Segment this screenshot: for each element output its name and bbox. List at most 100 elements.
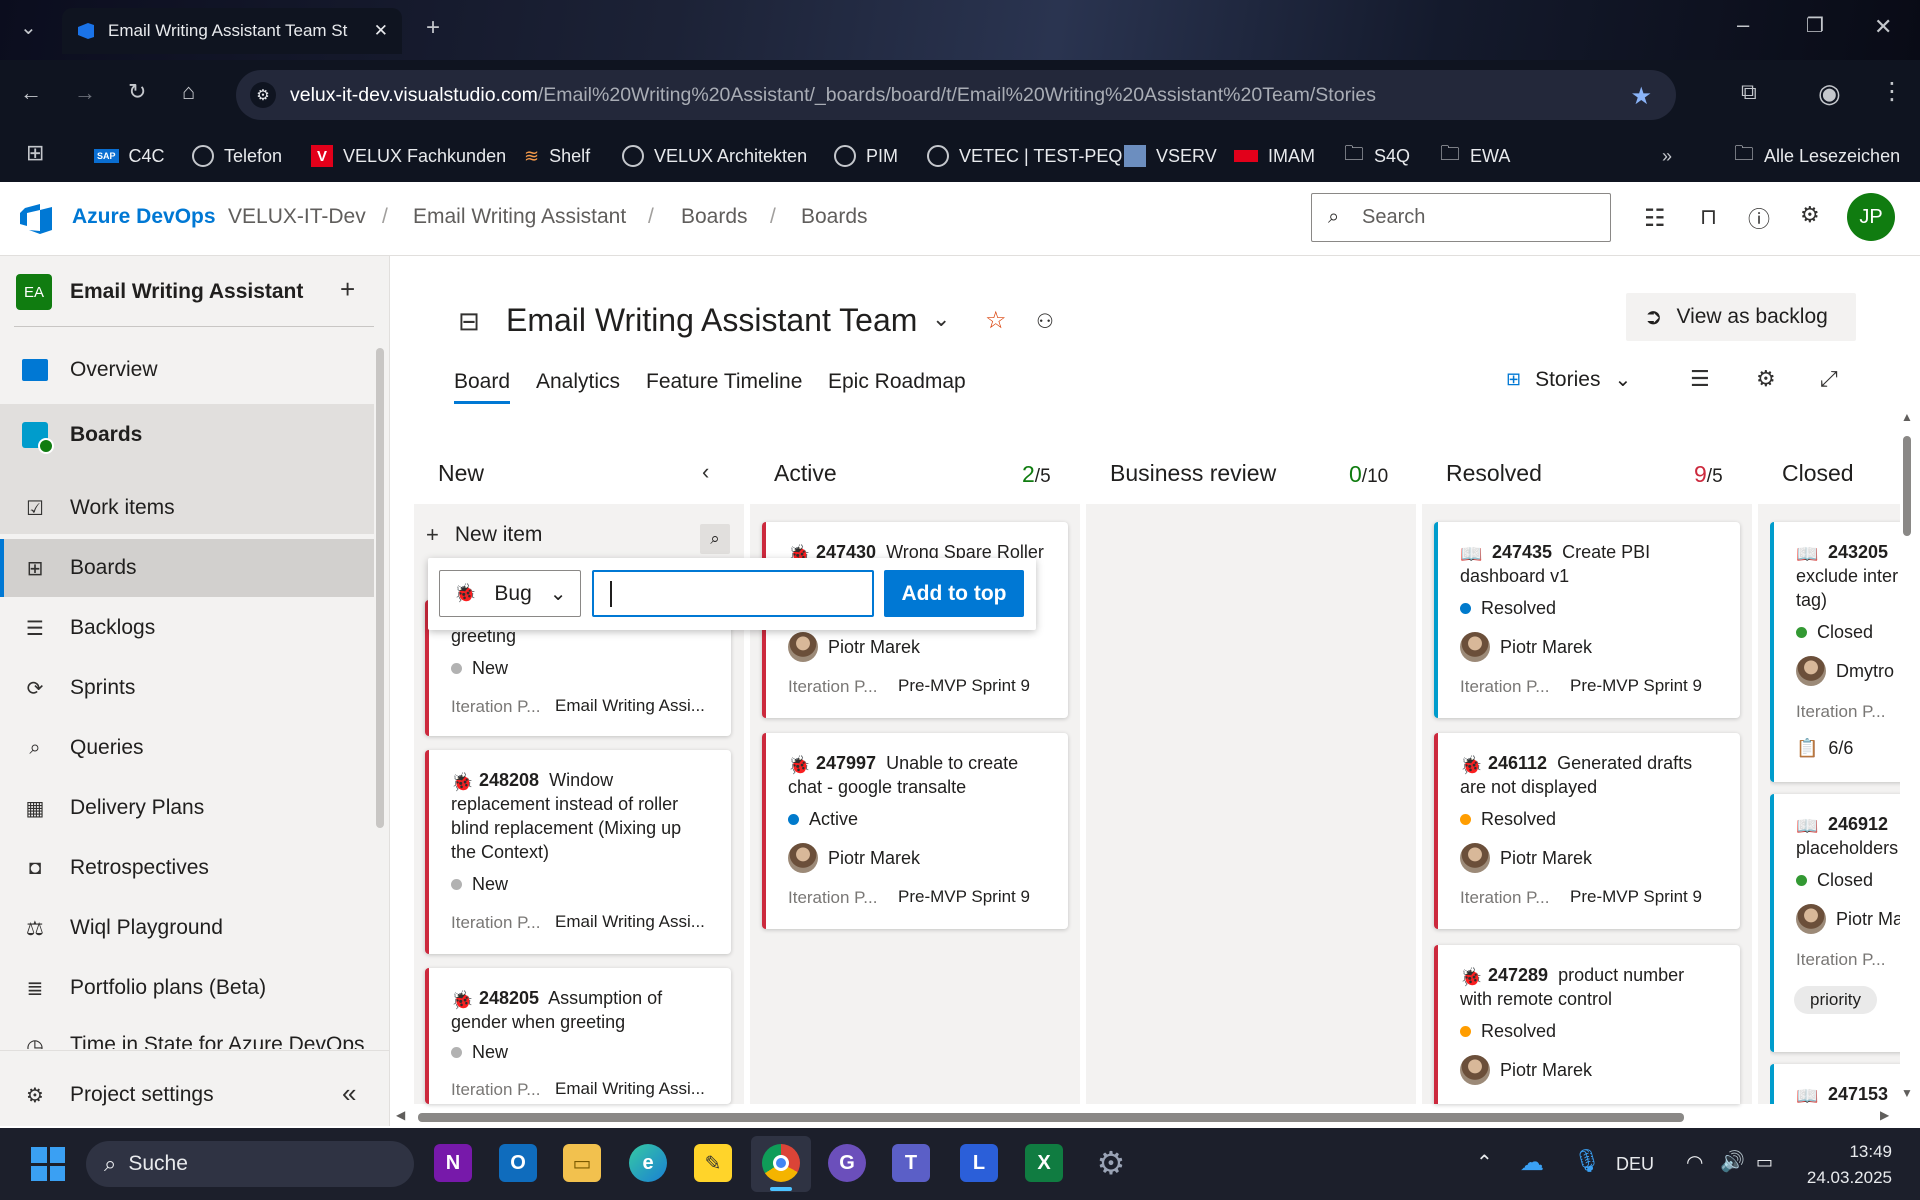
user-settings-icon[interactable]: ⚙ [1800, 202, 1820, 228]
work-item-card[interactable]: 🐞 248205 Assumption of gender when greeti… [425, 968, 731, 1104]
all-bookmarks[interactable]: 🗀 Alle Lesezeichen [1734, 139, 1900, 173]
tab-epic-roadmap[interactable]: Epic Roadmap [828, 370, 966, 394]
board-horizontal-scrollbar[interactable] [396, 1110, 1896, 1124]
sidebar-item-queries[interactable]: ⌕ Queries [0, 719, 374, 777]
card-id[interactable]: 247435 [1492, 542, 1552, 562]
grammarly-icon[interactable]: G [828, 1144, 866, 1182]
bookmark-vetec[interactable]: VETEC | TEST-PEQ [927, 139, 1122, 173]
microphone-icon[interactable]: 🎙 [1573, 1148, 1601, 1174]
forward-icon[interactable]: → [74, 82, 96, 104]
bookmark-telefon[interactable]: Telefon [192, 139, 282, 173]
restore-icon[interactable]: ❐ [1806, 16, 1824, 36]
filter-icon[interactable]: ☰ [1690, 366, 1710, 392]
favorite-star-icon[interactable]: ☆ [985, 306, 1007, 335]
card-title-text[interactable]: Create PBI dashboard v1 [1460, 542, 1650, 586]
fullscreen-expand-icon[interactable]: ⤢ [1820, 366, 1838, 392]
azure-devops-logo-icon[interactable] [20, 204, 52, 234]
marketplace-bag-icon[interactable]: ⊓ [1700, 204, 1717, 230]
new-item-title-input[interactable] [592, 570, 874, 617]
card-title-text[interactable]: exclude inter tag) [1796, 566, 1898, 610]
tab-list-chevron-icon[interactable]: ⌄ [20, 18, 37, 38]
sidebar-item-work-items[interactable]: ☑ Work items [0, 479, 374, 537]
work-item-card[interactable]: 🐞 247289 product number with remote contr… [1434, 945, 1740, 1104]
bookmark-vserv[interactable]: VSERV [1124, 139, 1217, 173]
breadcrumb-boards-page[interactable]: Boards [801, 205, 868, 229]
windows-start-icon[interactable] [31, 1147, 65, 1181]
card-title-text[interactable]: placeholders [1796, 838, 1898, 858]
site-info-icon[interactable]: ⚙ [250, 82, 276, 108]
back-icon[interactable]: ← [20, 82, 42, 104]
card-id[interactable]: 247997 [816, 753, 876, 773]
onenote-icon[interactable]: N [434, 1144, 472, 1182]
chrome-icon[interactable] [762, 1144, 800, 1182]
excel-icon[interactable]: X [1025, 1144, 1063, 1182]
new-item-button[interactable]: + New item [426, 522, 542, 548]
card-id[interactable]: 243205 [1828, 542, 1888, 562]
sidebar-item-boards[interactable]: ⊞ Boards [0, 539, 374, 597]
view-as-backlog-button[interactable]: ➲ View as backlog [1626, 293, 1856, 341]
breadcrumb-boards-hub[interactable]: Boards [681, 205, 748, 229]
bookmark-pim[interactable]: PIM [834, 139, 898, 173]
clock-time[interactable]: 13:49 [1812, 1142, 1892, 1162]
window-close-icon[interactable]: ✕ [1874, 16, 1892, 38]
sidebar-item-delivery-plans[interactable]: ▦ Delivery Plans [0, 779, 374, 837]
sidebar-item-portfolio-plans[interactable]: ≣ Portfolio plans (Beta) [0, 959, 374, 1017]
work-item-type-dropdown[interactable]: 🐞 Bug ⌄ [439, 570, 581, 617]
collapse-column-chevron-icon[interactable]: ‹ [702, 459, 709, 485]
team-chevron-down-icon[interactable]: ⌄ [932, 306, 950, 332]
bookmark-c4c[interactable]: SAP C4C [94, 139, 165, 173]
add-to-top-button[interactable]: Add to top [884, 570, 1024, 617]
battery-icon[interactable]: ▭ [1756, 1152, 1773, 1173]
home-icon[interactable]: ⌂ [182, 81, 195, 103]
scroll-right-arrow-icon[interactable]: ▶ [1880, 1108, 1889, 1122]
new-tab-icon[interactable]: + [426, 16, 440, 40]
card-id[interactable]: 247289 [1488, 965, 1548, 985]
wifi-icon[interactable]: ◠ [1686, 1150, 1703, 1175]
board-vertical-scrollbar[interactable] [1900, 412, 1914, 1102]
taskbar-search[interactable]: ⌕ Suche [86, 1141, 414, 1187]
settings-gear-icon[interactable]: ⚙ [1092, 1144, 1130, 1182]
bookmark-imam[interactable]: IMAM [1234, 139, 1315, 173]
clock-date[interactable]: 24.03.2025 [1798, 1168, 1892, 1188]
work-item-card[interactable]: 🐞 246112 Generated drafts are not display… [1434, 733, 1740, 929]
sticky-notes-icon[interactable]: ✎ [694, 1144, 732, 1182]
bookmark-velux-fachkunden[interactable]: V VELUX Fachkunden [311, 139, 506, 173]
minimize-icon[interactable]: – [1737, 14, 1749, 36]
work-item-card[interactable]: 🐞 248208 Window replacement instead of ro… [425, 750, 731, 954]
work-item-card[interactable]: 📖 246912 placeholders Closed Piotr Ma Ite… [1770, 794, 1900, 1052]
team-members-icon[interactable]: ⚇ [1036, 309, 1054, 334]
sidebar-item-overview[interactable]: Overview [0, 341, 374, 399]
profile-icon[interactable]: ◉ [1818, 80, 1841, 106]
sidebar-item-wiql-playground[interactable]: ⚖ Wiql Playground [0, 899, 374, 957]
extensions-icon[interactable]: ⧉ [1741, 81, 1757, 103]
task-list-icon[interactable]: ☷ [1644, 204, 1666, 233]
input-language[interactable]: DEU [1616, 1154, 1654, 1175]
address-bar[interactable]: ⚙ velux-it-dev.visualstudio.com/Email%20… [236, 70, 1676, 120]
bookmark-velux-architekten[interactable]: VELUX Architekten [622, 139, 807, 173]
board-settings-gear-icon[interactable]: ⚙ [1756, 366, 1776, 392]
work-item-card[interactable]: 📖 247153 [1770, 1064, 1900, 1104]
card-id[interactable]: 248205 [479, 988, 539, 1008]
teams-icon[interactable]: T [892, 1144, 930, 1182]
sidebar-item-time-in-state[interactable]: ◷ Time in State for Azure DevOps [0, 1019, 374, 1049]
onedrive-cloud-icon[interactable]: ☁ [1520, 1148, 1544, 1177]
sidebar-item-retrospectives[interactable]: ◘ Retrospectives [0, 839, 374, 897]
show-hidden-icons-chevron-icon[interactable]: ⌃ [1476, 1150, 1493, 1175]
project-name[interactable]: Email Writing Assistant [70, 280, 303, 304]
volume-icon[interactable]: 🔊 [1720, 1149, 1745, 1174]
sidebar-scrollbar[interactable] [376, 348, 384, 828]
scroll-up-arrow-icon[interactable]: ▲ [1901, 410, 1913, 424]
scroll-left-arrow-icon[interactable]: ◀ [396, 1108, 405, 1122]
work-item-card[interactable]: 📖 243205 exclude inter tag) Closed Dmytro… [1770, 522, 1900, 782]
column-search-icon[interactable]: ⌕ [700, 524, 730, 554]
bookmark-ewa[interactable]: 🗀 EWA [1440, 139, 1510, 173]
edge-icon[interactable]: e [629, 1144, 667, 1182]
tag-priority[interactable]: priority [1794, 986, 1878, 1014]
bookmark-s4q[interactable]: 🗀 S4Q [1344, 139, 1410, 173]
backlog-level-selector[interactable]: ⊞ Stories ⌄ [1506, 367, 1631, 392]
tab-close-icon[interactable]: ✕ [374, 21, 388, 41]
tab-analytics[interactable]: Analytics [536, 370, 620, 394]
project-settings-link[interactable]: ⚙ Project settings [0, 1066, 374, 1124]
brand-name[interactable]: Azure DevOps [72, 205, 216, 229]
team-title[interactable]: Email Writing Assistant Team [506, 302, 917, 339]
